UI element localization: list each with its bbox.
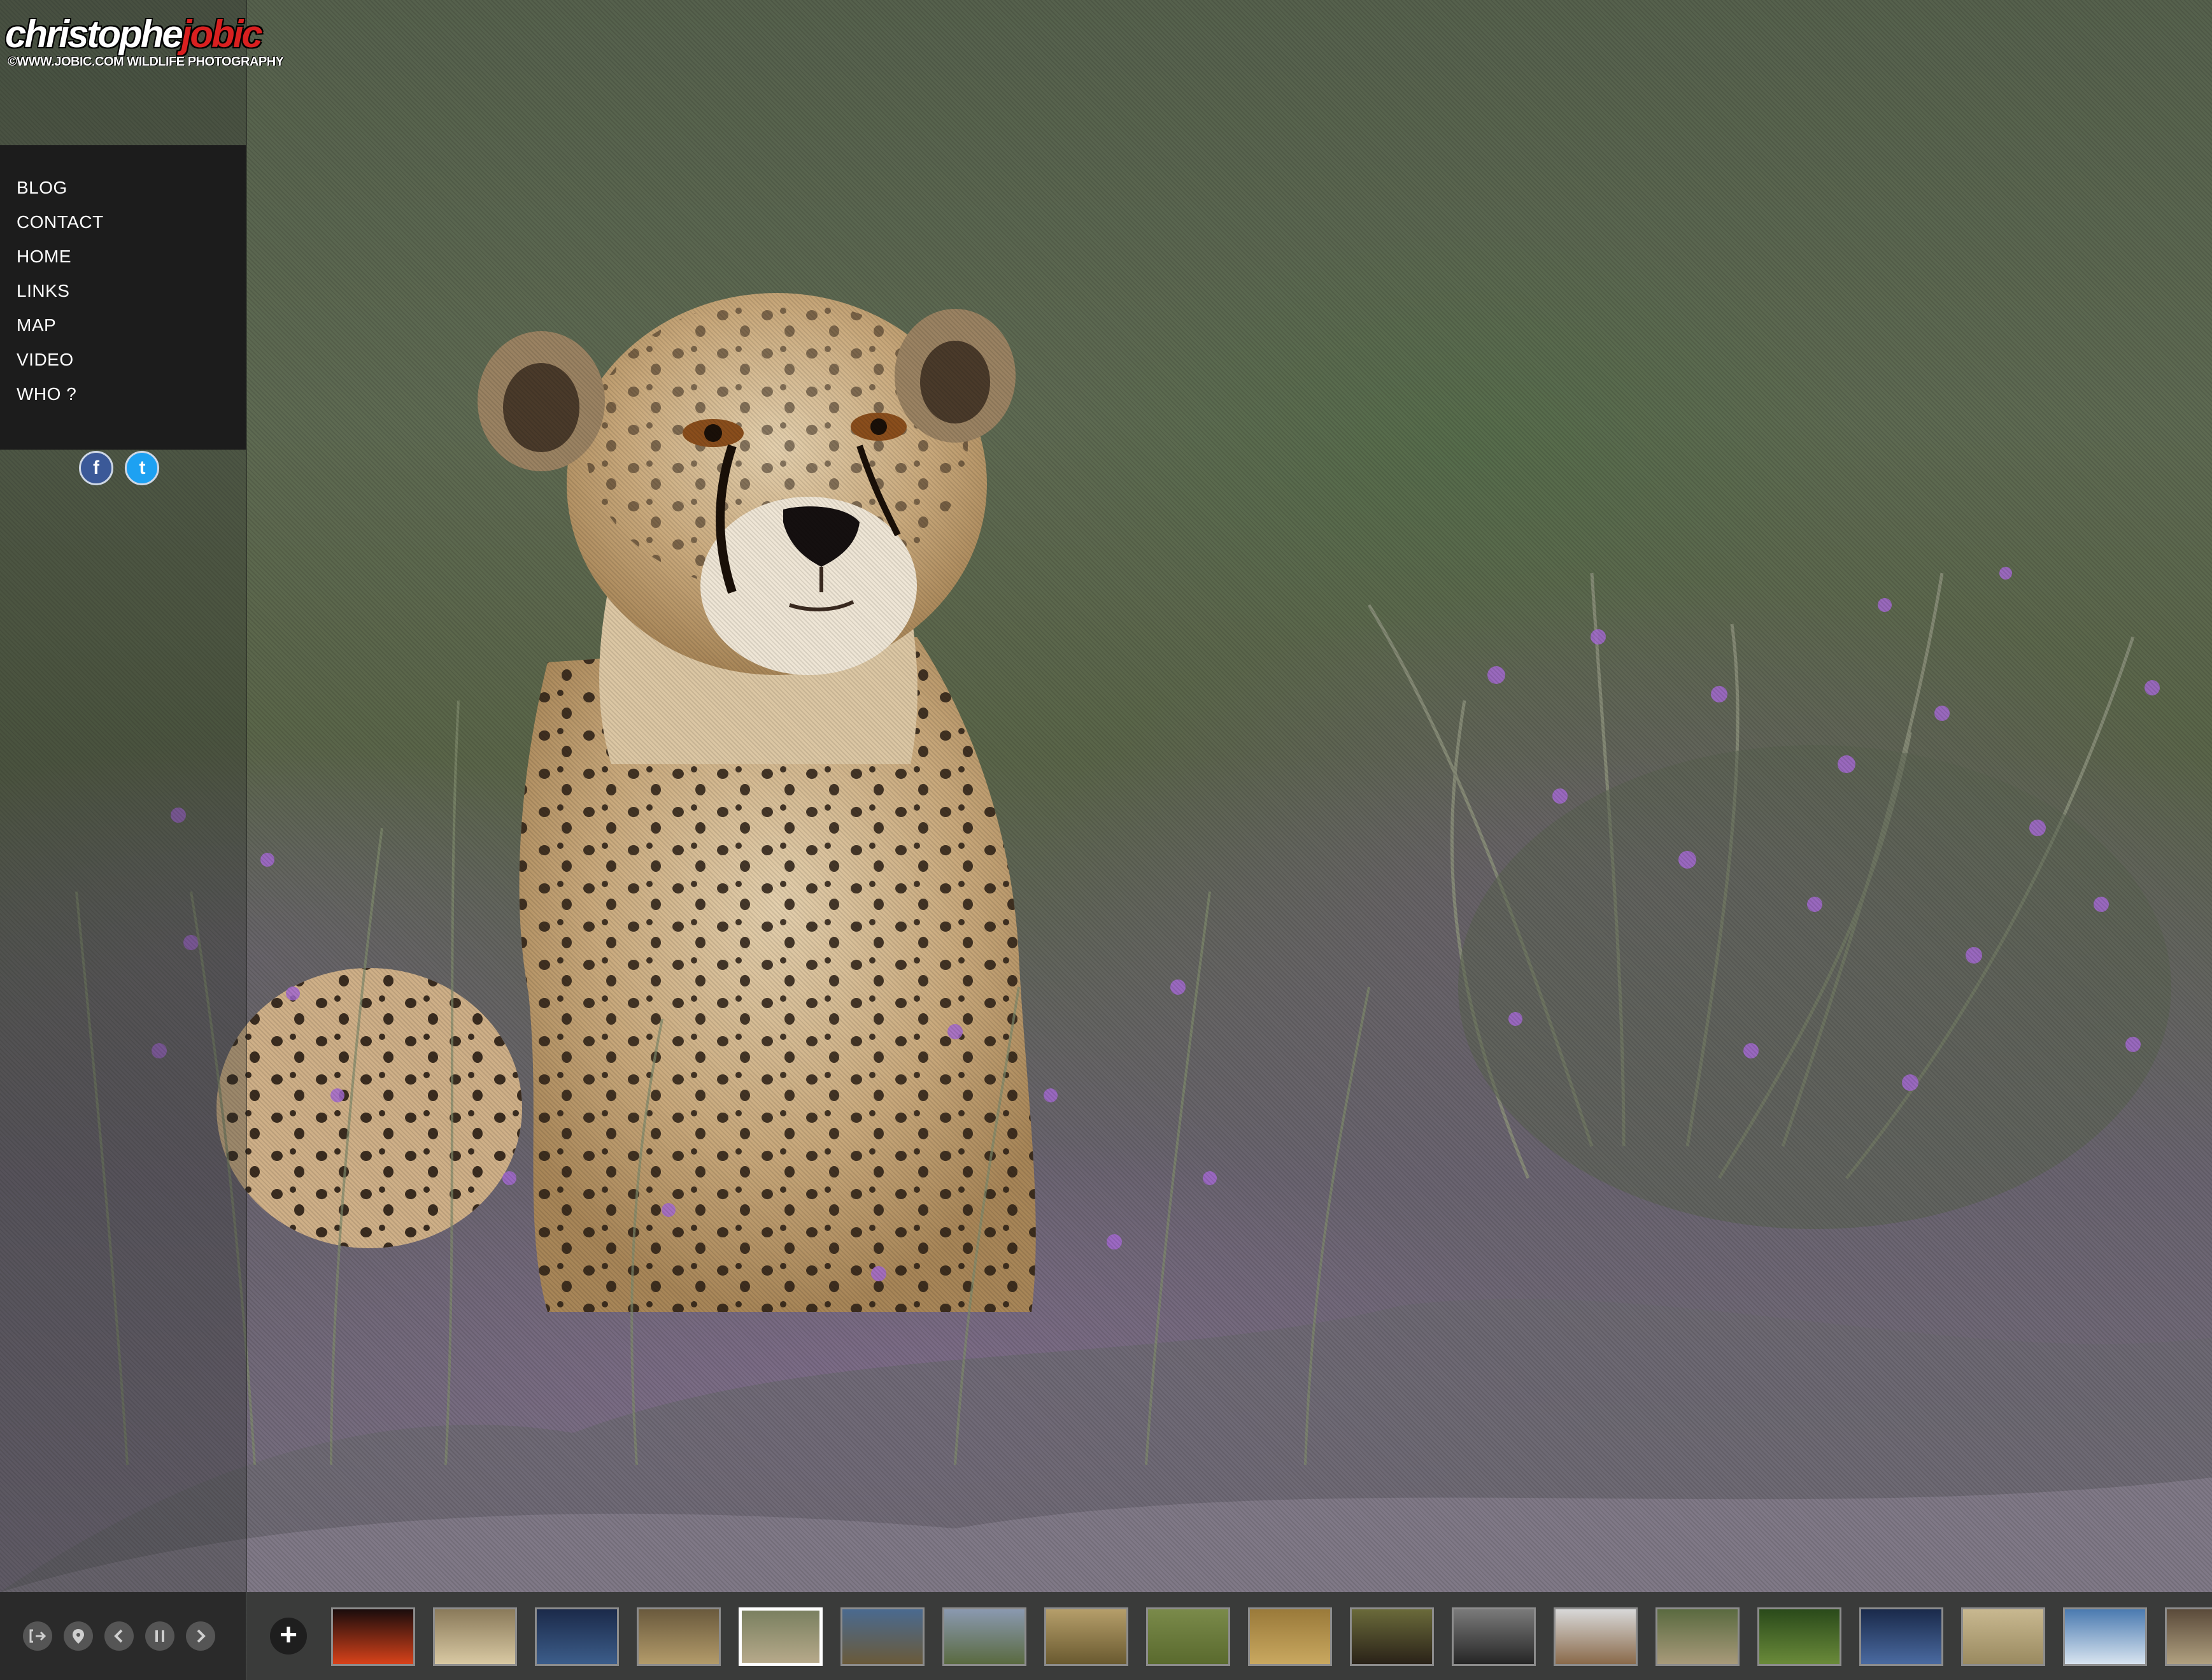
thumbnail-leopard-tree[interactable] bbox=[1757, 1607, 1841, 1666]
thumbnail-zebra-night[interactable] bbox=[535, 1607, 619, 1666]
bottom-bar: + bbox=[0, 1592, 2212, 1680]
thumbnail-wildebeest[interactable] bbox=[840, 1607, 925, 1666]
thumbnail-river[interactable] bbox=[1655, 1607, 1740, 1666]
map-pin-icon[interactable] bbox=[64, 1621, 93, 1651]
logo-tagline: ©WWW.JOBIC.COM WILDLIFE PHOTOGRAPHY bbox=[8, 55, 284, 69]
pause-icon[interactable] bbox=[145, 1621, 174, 1651]
thumbnail-plain[interactable] bbox=[942, 1607, 1026, 1666]
thumbnail-strip: + bbox=[247, 1592, 2212, 1680]
exit-icon[interactable] bbox=[23, 1621, 52, 1651]
twitter-icon[interactable]: t bbox=[125, 451, 160, 485]
chevron-left-icon[interactable] bbox=[104, 1621, 134, 1651]
social-links: f t bbox=[79, 451, 168, 489]
sidebar: christophejobic ©WWW.JOBIC.COM WILDLIFE … bbox=[0, 0, 284, 1592]
facebook-glyph: f bbox=[93, 457, 99, 478]
logo-wordmark: christophejobic bbox=[5, 13, 263, 55]
menu-item-contact[interactable]: CONTACT bbox=[0, 205, 246, 239]
thumbnail-lion[interactable] bbox=[1044, 1607, 1128, 1666]
menu-item-video[interactable]: VIDEO bbox=[0, 343, 246, 377]
menu-item-blog[interactable]: BLOG bbox=[0, 171, 246, 205]
thumbnail-flamingo[interactable] bbox=[2063, 1607, 2147, 1666]
thumbnail-giraffe-night[interactable] bbox=[1859, 1607, 1943, 1666]
menu-item-map[interactable]: MAP bbox=[0, 308, 246, 343]
facebook-icon[interactable]: f bbox=[79, 451, 113, 485]
thumbnail-cat[interactable] bbox=[2165, 1607, 2212, 1666]
twitter-glyph: t bbox=[139, 457, 146, 478]
chevron-right-icon[interactable] bbox=[186, 1621, 215, 1651]
main-menu: BLOG CONTACT HOME LINKS MAP VIDEO WHO ? bbox=[0, 145, 246, 450]
thumbnail-savanna[interactable] bbox=[1961, 1607, 2045, 1666]
thumbnail-puma-snow[interactable] bbox=[1554, 1607, 1638, 1666]
main-photo[interactable] bbox=[0, 0, 2212, 1680]
menu-item-home[interactable]: HOME bbox=[0, 239, 246, 274]
thumbnail-sunset[interactable] bbox=[331, 1607, 415, 1666]
slideshow-controls bbox=[0, 1592, 246, 1680]
menu-item-links[interactable]: LINKS bbox=[0, 274, 246, 308]
thumbnail-eagle[interactable] bbox=[637, 1607, 721, 1666]
site-logo[interactable]: christophejobic ©WWW.JOBIC.COM WILDLIFE … bbox=[5, 15, 284, 73]
thumbnail-cheetah[interactable] bbox=[739, 1607, 823, 1666]
thumbnail-meerkats[interactable] bbox=[1248, 1607, 1332, 1666]
cheetah-illustration bbox=[0, 293, 2212, 1592]
add-icon[interactable]: + bbox=[270, 1618, 307, 1655]
thumbnail-grass[interactable] bbox=[1146, 1607, 1230, 1666]
thumbnail-panther[interactable] bbox=[1452, 1607, 1536, 1666]
thumbnail-buffalo[interactable] bbox=[1350, 1607, 1434, 1666]
menu-item-who[interactable]: WHO ? bbox=[0, 377, 246, 411]
thumbnail-birds[interactable] bbox=[433, 1607, 517, 1666]
